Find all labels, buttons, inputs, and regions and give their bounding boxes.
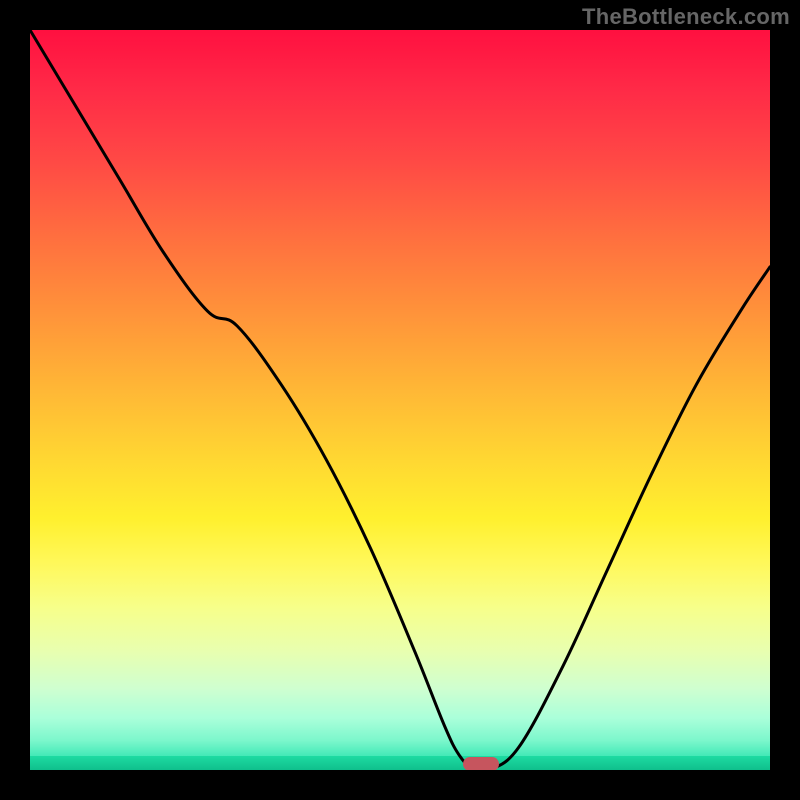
watermark-text: TheBottleneck.com <box>582 4 790 30</box>
optimal-marker <box>463 757 499 771</box>
chart-frame: TheBottleneck.com <box>0 0 800 800</box>
bottleneck-curve <box>30 30 770 770</box>
